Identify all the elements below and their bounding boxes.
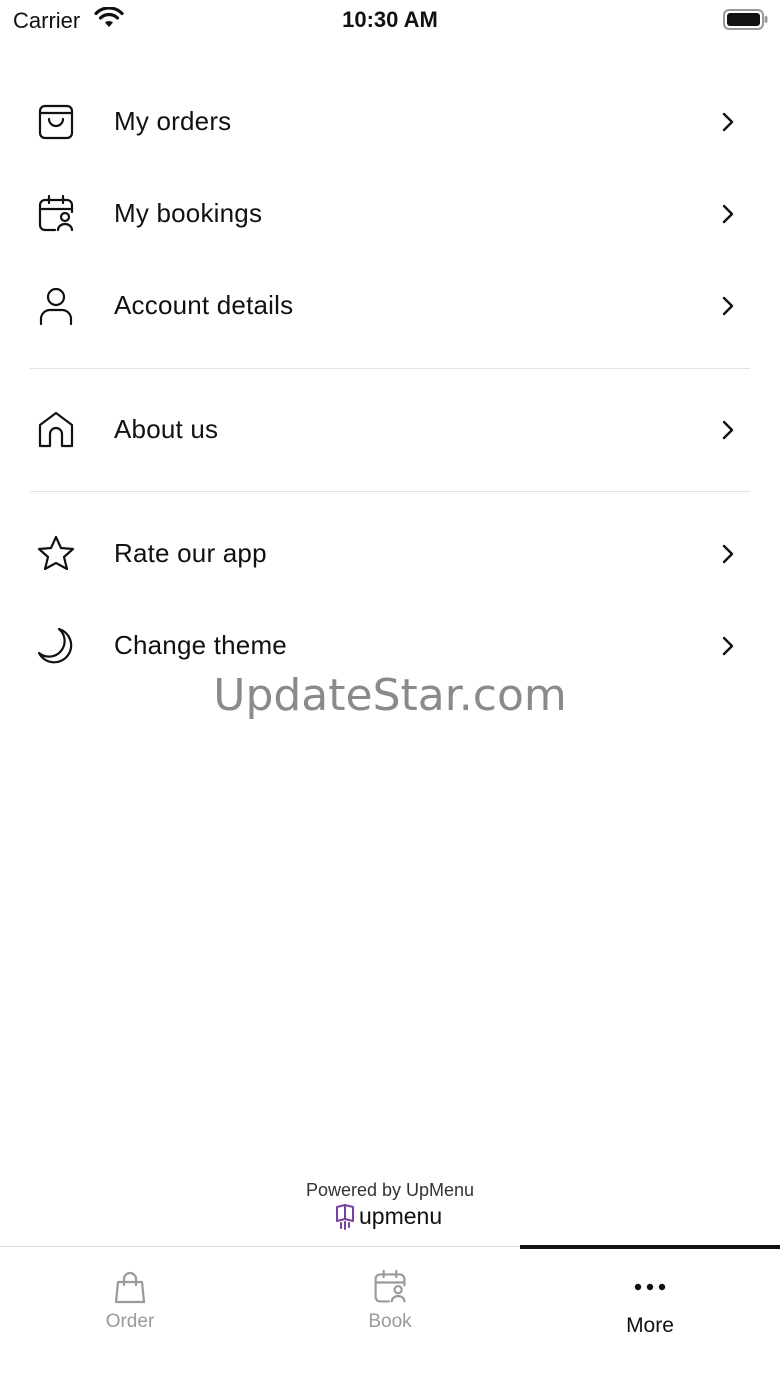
menu-label: My orders [114, 106, 232, 136]
menu-label: About us [114, 414, 219, 444]
menu-item-rate-our-app[interactable]: Rate our app [0, 508, 780, 600]
calendar-user-icon [36, 194, 76, 234]
home-icon [36, 410, 76, 450]
chevron-right-icon [716, 202, 740, 226]
calendar-user-icon [372, 1269, 408, 1305]
shopping-bag-icon [112, 1269, 148, 1305]
watermark-text: UpdateStar.com [213, 670, 567, 721]
tab-label: Order [105, 1311, 155, 1332]
user-icon [36, 286, 76, 326]
more-dots-icon [632, 1269, 668, 1305]
section-divider [30, 368, 750, 369]
tab-book[interactable]: Book [260, 1247, 520, 1387]
moon-icon [36, 626, 76, 666]
star-icon [36, 534, 76, 574]
bottom-tab-bar: Order Book More [0, 1245, 780, 1387]
status-bar: Carrier 10:30 AM [0, 0, 780, 40]
upmenu-brand-name: upmenu [359, 1203, 443, 1229]
tab-more[interactable]: More [520, 1247, 780, 1387]
menu-item-my-orders[interactable]: My orders [0, 76, 780, 168]
menu-item-about-us[interactable]: About us [0, 384, 780, 476]
menu-item-account-details[interactable]: Account details [0, 260, 780, 352]
shopping-bag-icon [36, 102, 76, 142]
chevron-right-icon [716, 110, 740, 134]
tab-order[interactable]: Order [0, 1247, 260, 1387]
chevron-right-icon [716, 542, 740, 566]
chevron-right-icon [716, 634, 740, 658]
powered-by-text: Powered by UpMenu [305, 1180, 475, 1200]
chevron-right-icon [716, 418, 740, 442]
tab-label: More [626, 1314, 674, 1337]
upmenu-logo-icon [335, 1204, 355, 1235]
section-divider [30, 491, 750, 492]
chevron-right-icon [716, 294, 740, 318]
menu-label: My bookings [114, 198, 263, 228]
menu-label: Account details [114, 290, 294, 320]
menu-item-my-bookings[interactable]: My bookings [0, 168, 780, 260]
menu-label: Change theme [114, 630, 287, 660]
battery-icon [723, 8, 769, 37]
status-time: 10:30 AM [342, 7, 438, 32]
menu-label: Rate our app [114, 538, 267, 568]
tab-label: Book [368, 1311, 412, 1332]
